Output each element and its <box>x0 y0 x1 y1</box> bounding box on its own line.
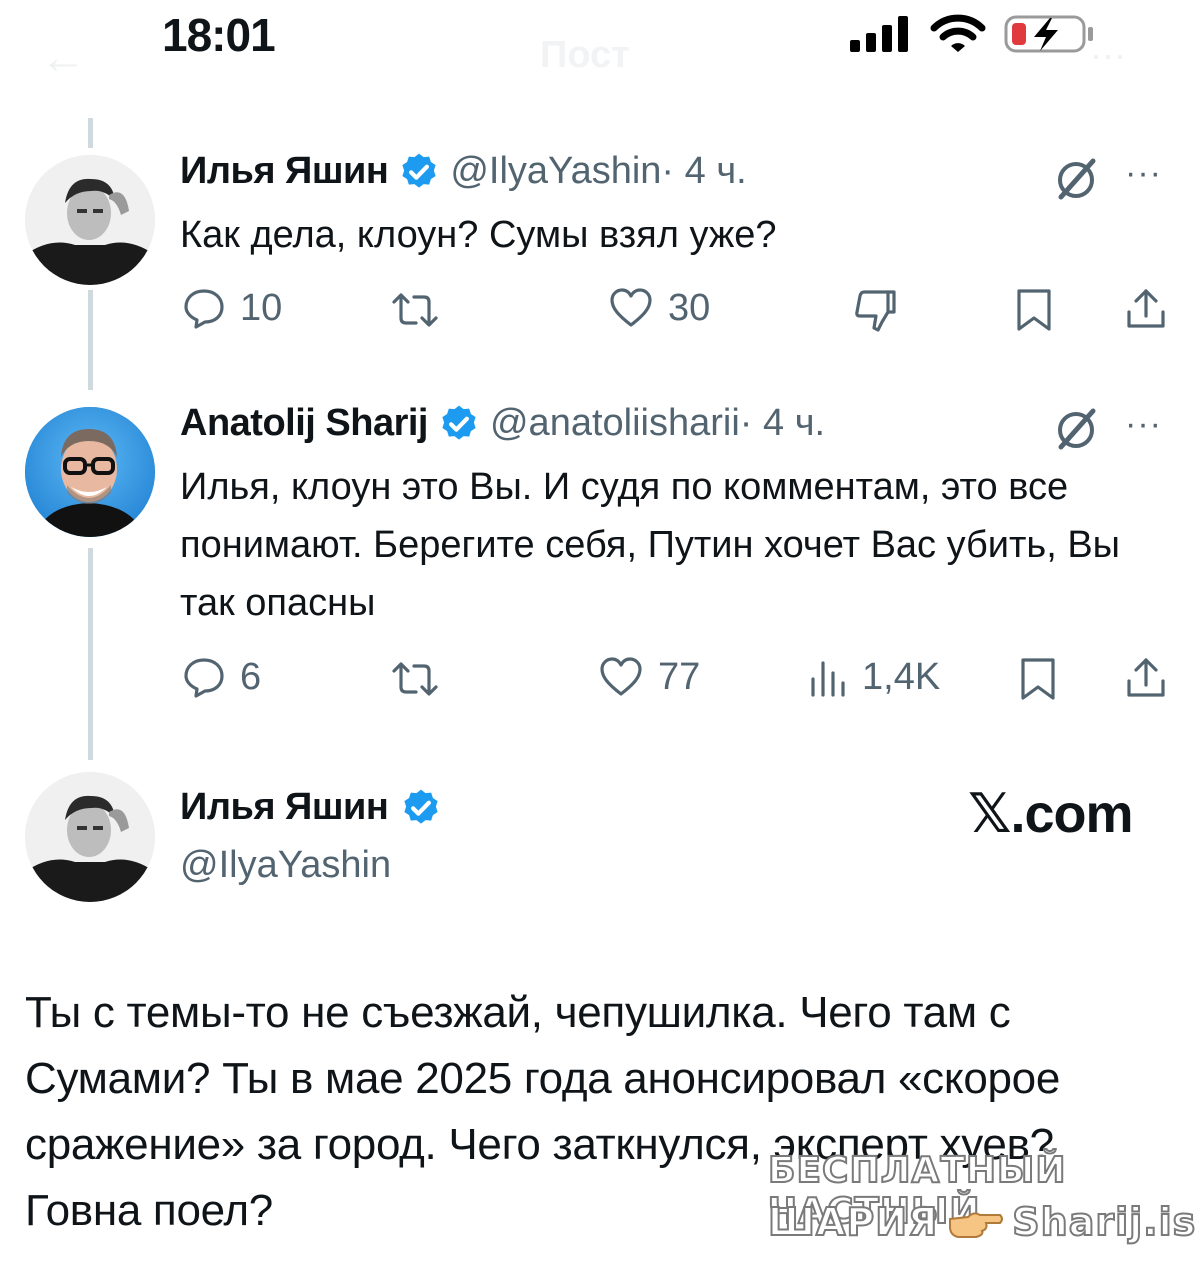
heart-icon <box>600 657 642 696</box>
more-options-icon[interactable]: ··· <box>1125 154 1162 193</box>
grok-icon[interactable] <box>1053 405 1099 451</box>
reply-button[interactable]: 6 <box>182 655 261 699</box>
retweet-icon <box>392 662 438 696</box>
back-arrow-icon[interactable]: ← <box>40 30 86 84</box>
share-icon <box>1127 658 1165 697</box>
author-handle[interactable]: @anatoliisharii <box>490 402 740 445</box>
avatar[interactable] <box>25 155 155 285</box>
author-handle[interactable]: @IlyaYashin <box>180 844 391 887</box>
page-title: Пост <box>540 34 630 76</box>
avatar-photo-icon <box>25 407 155 537</box>
tweet-text: Как дела, клоун? Сумы взял уже? <box>180 214 777 256</box>
thread-line-1 <box>88 290 93 390</box>
views-count: 1,4K <box>862 655 941 698</box>
avatar-photo-icon <box>25 772 155 902</box>
reply-count: 10 <box>240 286 283 329</box>
author-name[interactable]: Илья Яшин <box>180 150 389 193</box>
thread-line-2 <box>88 548 93 760</box>
tweet-header: Илья Яшин @IlyaYashin · 4 ч. <box>180 150 747 193</box>
tweet-header: Anatolij Sharij @anatoliisharii · 4 ч. <box>180 402 825 445</box>
cellular-signal-icon <box>850 16 908 52</box>
x-com-logo: 𝕏.com <box>968 784 1134 844</box>
bookmark-icon <box>1017 289 1051 331</box>
views-button[interactable]: 1,4K <box>808 655 940 699</box>
thread-line-top <box>88 118 93 148</box>
dislike-button[interactable] <box>852 288 902 334</box>
heart-icon <box>610 288 652 327</box>
more-options-icon[interactable]: ··· <box>1125 405 1162 444</box>
share-button[interactable] <box>1124 286 1168 332</box>
avatar[interactable] <box>25 407 155 537</box>
verified-badge-icon <box>442 405 476 440</box>
tweet-time: · 4 ч. <box>739 402 826 444</box>
status-time: 18:01 <box>162 9 276 61</box>
avatar[interactable] <box>25 772 155 902</box>
reply-icon <box>184 289 224 329</box>
author-handle[interactable]: @IlyaYashin <box>450 150 661 193</box>
share-icon <box>1127 289 1165 328</box>
bookmark-button[interactable] <box>1018 656 1058 702</box>
retweet-button[interactable] <box>388 290 442 330</box>
thumbs-down-icon <box>855 290 896 332</box>
author-name[interactable]: Илья Яшин <box>180 786 389 829</box>
author-name[interactable]: Anatolij Sharij <box>180 402 428 445</box>
tweet-time: · 4 ч. <box>661 150 747 192</box>
post-author: Илья Яшин <box>180 786 442 829</box>
reply-count: 6 <box>240 655 262 698</box>
avatar-photo-icon <box>25 155 155 285</box>
tweet-text: Илья, клоун это Вы. И судя по комментам,… <box>180 466 1120 624</box>
watermark-line-2: ШАРИЯ Sharij.is <box>767 1199 1197 1245</box>
share-button[interactable] <box>1124 655 1168 701</box>
verified-badge-icon <box>404 789 438 824</box>
watermark-site: Sharij.is <box>1011 1199 1197 1245</box>
verified-badge-icon <box>402 153 436 188</box>
wifi-icon <box>930 14 986 52</box>
like-button[interactable]: 77 <box>598 655 700 699</box>
bookmark-icon <box>1021 658 1055 700</box>
bookmark-button[interactable] <box>1014 287 1054 333</box>
views-chart-icon <box>811 661 845 697</box>
reply-button[interactable]: 10 <box>182 286 282 330</box>
retweet-icon <box>392 293 438 327</box>
pointing-hand-icon <box>949 1212 1004 1238</box>
grok-icon[interactable] <box>1053 155 1099 201</box>
like-count: 30 <box>668 286 711 329</box>
retweet-button[interactable] <box>388 659 442 699</box>
like-count: 77 <box>658 655 701 698</box>
battery-charging-icon <box>1004 15 1093 53</box>
watermark-name: ШАРИЯ <box>767 1199 939 1245</box>
like-button[interactable]: 30 <box>608 286 710 330</box>
reply-icon <box>184 658 224 698</box>
